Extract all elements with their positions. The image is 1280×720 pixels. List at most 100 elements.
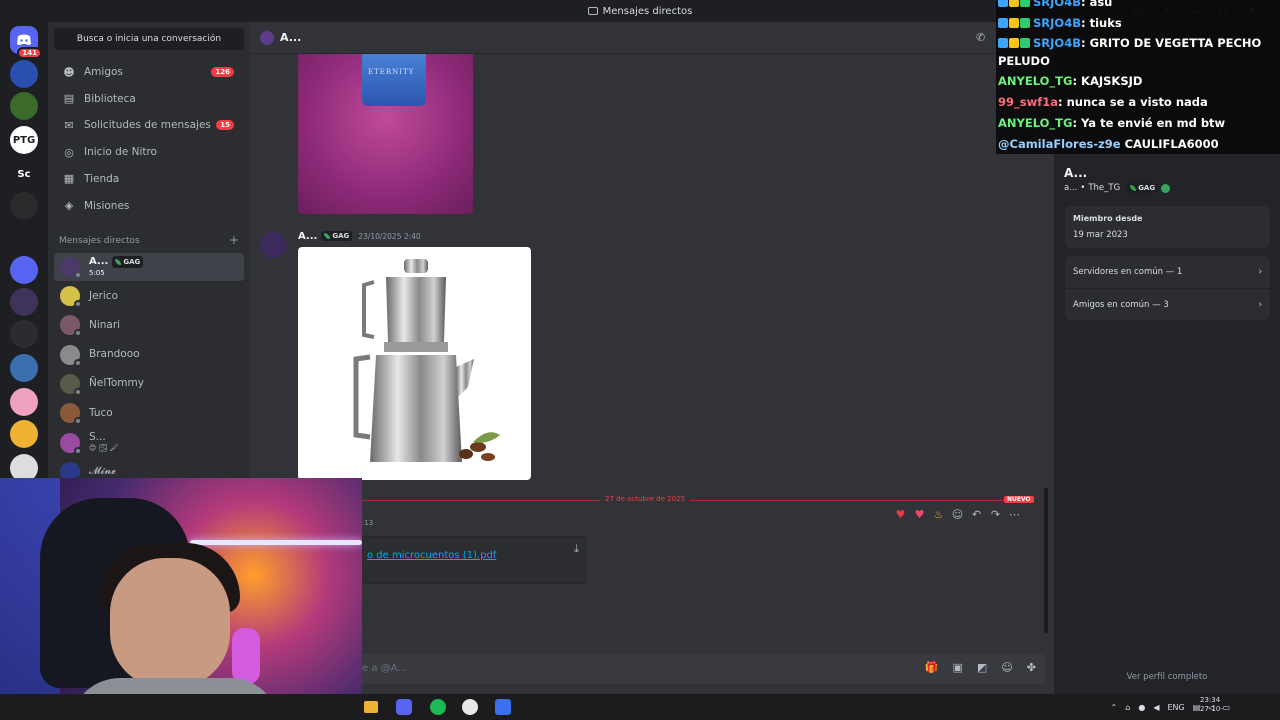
chevron-up-icon[interactable]: ⌃ [1111,703,1118,712]
message-hover-toolbar: ♥ ♥ ♨ ☺ ↶ ↷ ⋯ [894,503,1021,525]
coffee-pot-illustration [353,259,500,462]
app-root: Mensajes directos ▭ ? — ☐ ✕ 141 PTGSc Bu… [0,0,1280,720]
taskbar: ⌃ ⌂ ● ◀ ENG ▤ ◁ ▭ [0,694,1280,720]
server-icon[interactable] [10,388,38,416]
server-icon[interactable] [10,92,38,120]
header-avatar [260,30,274,45]
stream-chat-user[interactable]: ANYELO_TG [998,74,1072,88]
leaf-icon [115,259,122,265]
server-icon[interactable] [10,60,38,88]
taskbar-clock[interactable]: 23:34 27-10- [1200,696,1223,714]
nav-item-label: Biblioteca [84,92,136,105]
nav-item[interactable]: ✉ Solicitudes de mensajes 15 [54,113,244,137]
dm-item[interactable]: Ninari [54,311,244,339]
message-composer[interactable]: e a @A... 🎁 ▣ ◩ ☺ ✤ [258,654,1046,684]
server-icon[interactable] [10,420,38,448]
sticker-icon[interactable]: ◩ [977,661,987,674]
emoji-icon[interactable]: ☺ [1001,661,1012,674]
nav-item[interactable]: ☻ Amigos 126 [54,60,244,84]
nav-item[interactable]: ◎ Inicio de Nitro [54,140,244,164]
language-indicator[interactable]: ENG [1167,703,1184,712]
server-icon[interactable] [10,256,38,284]
speaker-icon[interactable]: ◀ [1153,703,1159,712]
avatar [60,373,82,396]
battery-icon[interactable]: ▭ [1222,703,1230,712]
download-icon[interactable]: ⤓ [574,542,579,556]
nav-item-label: Solicitudes de mensajes [84,119,211,132]
nav-item-label: Inicio de Nitro [84,146,157,159]
mutuals-card: Servidores en común — 1 › Amigos en común… [1065,256,1270,320]
view-full-profile-link[interactable]: Ver perfil completo [1054,672,1280,682]
message-image-perfume[interactable]: ETERNITY [298,54,473,214]
add-dm-button[interactable]: + [229,233,239,247]
mic-icon[interactable]: ● [1138,703,1145,712]
stream-chat-user[interactable]: @CamilaFlores-z9e [998,137,1121,151]
forward-icon[interactable]: ↷ [989,508,1002,521]
avatar [60,315,82,338]
webcam-feed [0,478,362,720]
stream-chat-user[interactable]: 99_swf1a [998,95,1058,109]
dm-name: Brandooo [89,348,140,361]
call-icon[interactable]: ✆ [976,31,985,44]
mutual-servers-row[interactable]: Servidores en común — 1 › [1065,256,1270,288]
server-icon[interactable] [10,320,38,348]
nav-item[interactable]: ▦ Tienda [54,167,244,191]
dm-item[interactable]: Brandooo [54,341,244,369]
dm-name: Ninari [89,318,121,331]
server-icon[interactable]: PTG [10,126,38,154]
home-button[interactable]: 141 [10,26,42,59]
discord-taskbar-icon[interactable] [396,699,412,715]
server-icon[interactable] [10,224,38,252]
server-icon[interactable] [10,354,38,382]
app-taskbar-icon[interactable] [462,699,478,715]
roblox-taskbar-icon[interactable] [495,699,511,715]
chat-area: A... ✆ ETERNITY A... GAG 23/10/2025 2:40 [250,22,1054,694]
chat-header-name: A... [280,31,302,44]
gift-icon[interactable]: 🎁 [925,661,939,674]
apps-icon[interactable]: ✤ [1027,661,1036,674]
usb-icon[interactable]: ⌂ [1125,703,1130,712]
nav-item[interactable]: ▤ Biblioteca [54,87,244,111]
heart-eyes-reaction-icon[interactable]: ♥ [913,508,926,521]
nav-item[interactable]: ◈ Misiones [54,194,244,218]
stream-chat-user[interactable]: SRJO4B [1033,0,1081,9]
fire-reaction-icon[interactable]: ♨ [932,508,945,521]
stream-chat-user[interactable]: SRJO4B [1033,36,1081,50]
add-reaction-icon[interactable]: ☺ [951,508,964,521]
search-input[interactable]: Busca o inicia una conversación [54,28,244,50]
gif-icon[interactable]: ▣ [953,661,963,674]
message-avatar[interactable] [260,232,286,258]
folder-taskbar-icon[interactable] [364,701,378,713]
message-timestamp: 23/10/2025 2:40 [358,231,421,241]
stream-chat-user[interactable]: SRJO4B [1033,16,1081,30]
dm-item-active[interactable]: A... GAG 5:05 [54,253,244,281]
spotify-taskbar-icon[interactable] [430,699,446,715]
leaf-icon [1130,185,1137,191]
nav-item-label: Amigos [84,66,123,78]
stream-chat-text: CAULIFLA6000 [1120,137,1219,151]
profile-guild-tag: GAG [1127,183,1159,193]
member-since-label: Miembro desde [1073,214,1143,223]
dm-item[interactable]: Tuco [54,399,244,427]
profile-subline: a... • The_TG GAG [1064,183,1171,193]
server-icon[interactable] [10,192,38,220]
stream-chat-overlay: SRJO4B: asu SRJO4B: tiuks SRJO4B: GRITO DE… [996,0,1280,154]
server-icon[interactable]: Sc [10,160,38,188]
mutual-friends-row[interactable]: Amigos en común — 3 › [1065,288,1270,320]
message-author[interactable]: A... [298,231,317,242]
profile-display-tag: The_TG [1088,183,1121,193]
server-icon[interactable] [10,288,38,316]
dm-item[interactable]: S... 😊 🌫 🖌 [54,429,244,457]
reply-icon[interactable]: ↶ [970,508,983,521]
dm-item[interactable]: ÑelTommy [54,370,244,398]
message-image-coffee-pot[interactable] [298,247,531,480]
heart-reaction-icon[interactable]: ♥ [894,508,907,521]
stream-chat-user[interactable]: ANYELO_TG [998,116,1072,130]
nav-badge: 126 [211,67,234,77]
attachment-link[interactable]: o de microcuentos (1).pdf [367,550,496,561]
chat-header: A... ✆ [250,22,1054,54]
chat-scrollbar[interactable] [1044,488,1048,633]
dm-item[interactable]: Jerico [54,282,244,310]
more-options-icon[interactable]: ⋯ [1008,508,1021,521]
stream-chat-text: : Ya te envié en md btw [1072,116,1226,130]
